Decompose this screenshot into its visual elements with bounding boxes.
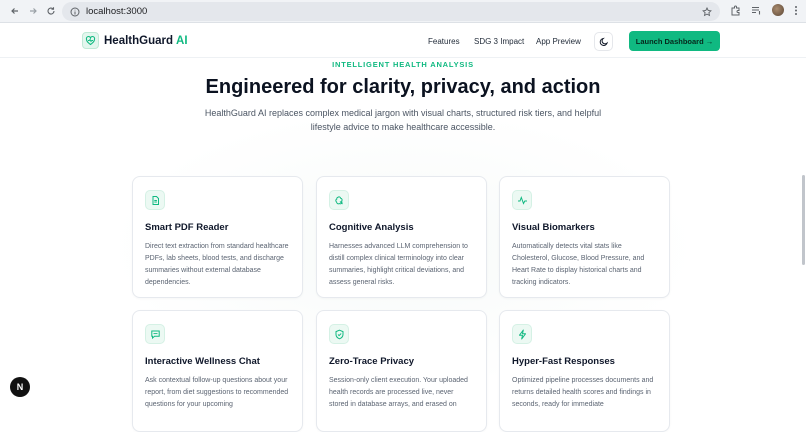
lightning-icon	[512, 324, 532, 344]
brain-icon	[329, 190, 349, 210]
activity-icon	[512, 190, 532, 210]
feature-card-hyper-fast-responses: Hyper-Fast Responses Optimized pipeline …	[499, 310, 670, 432]
feature-title: Cognitive Analysis	[329, 222, 414, 233]
launch-dashboard-label: Launch Dashboard →	[635, 36, 714, 46]
bookmark-star-icon[interactable]	[702, 6, 712, 17]
reload-icon[interactable]	[44, 4, 58, 18]
brand-name: HealthGuard	[104, 34, 174, 47]
page-scrollbar[interactable]	[802, 175, 805, 265]
hero-title: Engineered for clarity, privacy, and act…	[205, 76, 601, 98]
nextjs-dev-indicator[interactable]: N	[10, 377, 30, 397]
feature-card-smart-pdf-reader: Smart PDF Reader Direct text extraction …	[132, 176, 303, 298]
feature-description: Session-only client execution. Your uplo…	[329, 377, 468, 408]
feature-title: Visual Biomarkers	[512, 222, 595, 233]
profile-avatar[interactable]	[772, 4, 784, 16]
feature-title: Hyper-Fast Responses	[512, 356, 615, 367]
nav-link-app-preview[interactable]: App Preview	[536, 37, 581, 46]
feature-description: Ask contextual follow-up questions about…	[145, 377, 289, 408]
media-controls-icon[interactable]	[751, 5, 762, 16]
feature-card-visual-biomarkers: Visual Biomarkers Automatically detects …	[499, 176, 670, 298]
feature-description: Automatically detects vital stats like C…	[512, 243, 645, 286]
feature-title: Smart PDF Reader	[145, 222, 229, 233]
forward-icon[interactable]	[26, 4, 40, 18]
launch-dashboard-button[interactable]: Launch Dashboard →	[629, 31, 720, 51]
feature-card-interactive-wellness-chat: Interactive Wellness Chat Ask contextual…	[132, 310, 303, 432]
feature-card-cognitive-analysis: Cognitive Analysis Harnesses advanced LL…	[316, 176, 487, 298]
more-menu-icon[interactable]	[794, 5, 798, 16]
heart-shield-icon	[82, 32, 99, 49]
feature-card-zero-trace-privacy: Zero-Trace Privacy Session-only client e…	[316, 310, 487, 432]
nav-link-features[interactable]: Features	[428, 37, 460, 46]
brand-logo-link[interactable]: HealthGuard AI	[82, 32, 188, 49]
feature-description: Optimized pipeline processes documents a…	[512, 377, 654, 408]
hero-subtitle: HealthGuard AI replaces complex medical …	[204, 108, 602, 132]
feature-title: Zero-Trace Privacy	[329, 356, 415, 367]
feature-description: Harnesses advanced LLM comprehension to …	[329, 243, 468, 286]
brand-ai-suffix: AI	[176, 34, 188, 47]
site-info-icon[interactable]	[70, 7, 80, 17]
moon-icon	[599, 37, 609, 47]
feature-title: Interactive Wellness Chat	[145, 356, 260, 367]
theme-toggle-button[interactable]	[594, 32, 613, 51]
address-bar[interactable]: localhost:3000	[62, 2, 720, 21]
app-navbar: HealthGuard AI Features SDG 3 Impact App…	[0, 24, 806, 58]
hero-eyebrow: INTELLIGENT HEALTH ANALYSIS	[332, 60, 474, 69]
browser-toolbar: localhost:3000	[0, 0, 806, 23]
chat-icon	[145, 324, 165, 344]
back-icon[interactable]	[8, 4, 22, 18]
document-icon	[145, 190, 165, 210]
shield-icon	[329, 324, 349, 344]
extensions-icon[interactable]	[730, 5, 741, 16]
dev-badge-letter: N	[16, 382, 24, 392]
nav-link-sdg3-impact[interactable]: SDG 3 Impact	[474, 37, 524, 46]
url-text: localhost:3000	[86, 6, 148, 17]
feature-description: Direct text extraction from standard hea…	[145, 243, 289, 286]
